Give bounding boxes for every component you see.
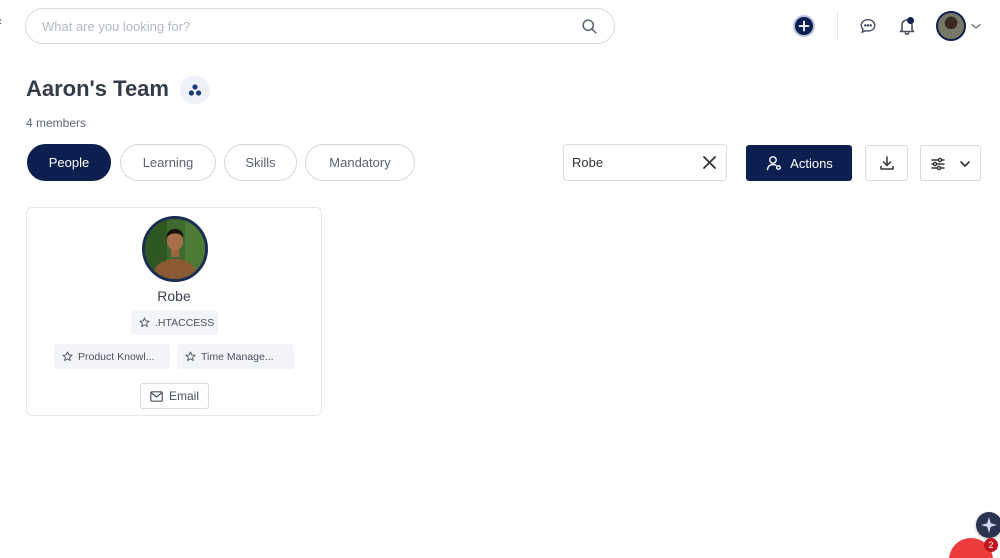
chevron-down-icon[interactable] — [970, 20, 982, 32]
download-button[interactable] — [865, 145, 908, 181]
ai-assistant-button[interactable] — [976, 512, 1000, 538]
user-settings-icon — [766, 156, 782, 171]
team-icon[interactable] — [180, 76, 210, 104]
chevron-down-icon — [960, 161, 970, 167]
skill-label: Time Manage... — [201, 350, 274, 363]
email-label: Email — [168, 389, 199, 403]
header-divider — [837, 12, 838, 40]
sparkle-icon — [981, 517, 997, 533]
skill-chip: Time Manage... — [177, 344, 294, 369]
search-input[interactable] — [42, 9, 582, 43]
member-filter-input[interactable] — [572, 145, 697, 180]
member-avatar[interactable] — [142, 216, 208, 282]
star-icon — [62, 351, 73, 361]
close-icon[interactable] — [702, 155, 717, 170]
notification-dot — [907, 17, 914, 24]
view-settings-button[interactable] — [920, 145, 981, 181]
global-search — [25, 8, 615, 44]
email-button[interactable]: Email — [140, 383, 209, 409]
member-filter — [563, 144, 727, 181]
member-card[interactable]: Robe .HTACCESS Product Knowl... Time Man… — [26, 207, 322, 416]
chat-icon[interactable] — [859, 17, 877, 35]
tab-mandatory[interactable]: Mandatory — [305, 144, 415, 181]
download-icon — [879, 156, 894, 170]
page-title: Aaron's Team — [26, 76, 169, 101]
star-icon — [139, 317, 150, 327]
search-icon[interactable] — [581, 18, 598, 35]
mail-icon — [150, 390, 163, 402]
member-name: Robe — [157, 288, 191, 304]
actions-label: Actions — [790, 155, 833, 171]
edge-fragment: ‹ — [0, 14, 2, 28]
tab-learning[interactable]: Learning — [120, 144, 216, 181]
skill-chip: .HTACCESS — [131, 310, 218, 335]
avatar[interactable] — [936, 11, 966, 41]
skill-label: .HTACCESS — [155, 316, 215, 329]
member-count: 4 members — [26, 116, 87, 130]
plus-circle-icon[interactable] — [793, 15, 815, 37]
skill-label: Product Knowl... — [78, 350, 155, 363]
skill-chip: Product Knowl... — [54, 344, 170, 369]
tab-people[interactable]: People — [27, 144, 111, 181]
actions-button[interactable]: Actions — [746, 145, 852, 181]
tab-skills[interactable]: Skills — [224, 144, 297, 181]
star-icon — [185, 351, 196, 361]
chat-unread-badge: 2 — [984, 538, 998, 552]
sliders-icon — [931, 157, 945, 171]
